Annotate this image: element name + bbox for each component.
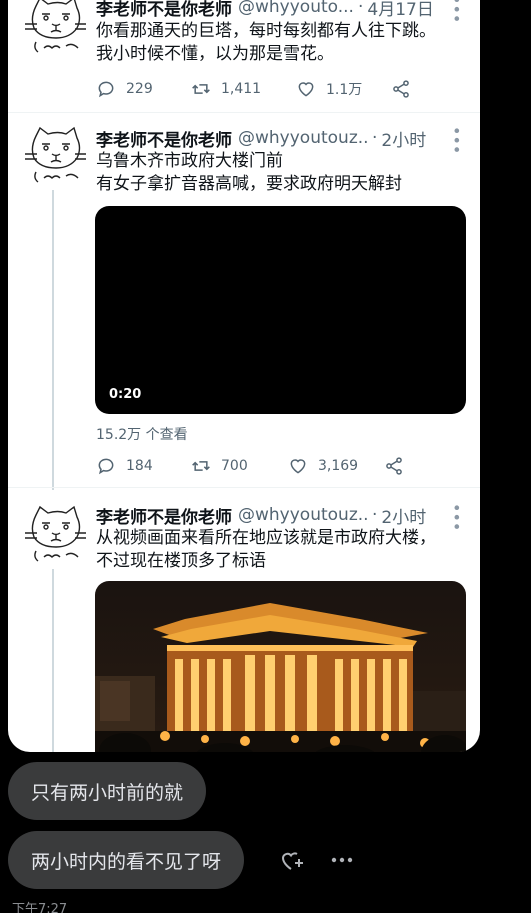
reply-button[interactable]: 184 xyxy=(96,456,191,476)
tweet-actions: 229 1,411 1.1万 xyxy=(96,77,466,101)
retweet-button[interactable]: 700 xyxy=(191,456,288,476)
video-duration: 0:20 xyxy=(109,387,142,402)
tweet-text-line: 从视频画面来看所在地应该就是市政府大楼， xyxy=(96,528,436,548)
retweet-icon xyxy=(192,84,210,94)
message-bubble[interactable]: 两小时内的看不见了呀 xyxy=(8,831,245,889)
cat-avatar-icon xyxy=(25,126,86,183)
more-icon[interactable] xyxy=(331,856,353,864)
share-button[interactable] xyxy=(391,79,411,99)
retweet-button[interactable]: 1,411 xyxy=(191,79,296,99)
separator-dot: · xyxy=(357,0,364,17)
cat-avatar-icon xyxy=(25,0,86,53)
video-player[interactable]: 0:20 xyxy=(95,206,466,414)
reply-count: 184 xyxy=(126,458,153,474)
tweet-1: 李老师不是你老师 @whyyouto... · 4月17日 ••• 你看那通天的… xyxy=(8,0,480,112)
reply-button[interactable]: 229 xyxy=(96,79,191,99)
tweet-photo[interactable] xyxy=(95,581,466,752)
tweet-header: 李老师不是你老师 @whyyouto... · 4月17日 ••• xyxy=(96,0,466,23)
author-name[interactable]: 李老师不是你老师 xyxy=(96,0,232,20)
reply-icon xyxy=(98,458,114,475)
like-button[interactable]: 1.1万 xyxy=(296,79,391,99)
tweet-text-line: 乌鲁木齐市政府大楼门前 xyxy=(96,151,283,171)
reply-icon xyxy=(98,81,114,98)
reply-count: 229 xyxy=(126,81,153,97)
tweet-time[interactable]: 2小时 xyxy=(381,503,426,528)
tweet-text: 你看那通天的巨塔，每时每刻都有人往下跳。 我小时候不懂，以为那是雪花。 xyxy=(96,20,466,66)
thread-line xyxy=(52,569,54,752)
heart-icon xyxy=(290,459,306,474)
cat-avatar-icon xyxy=(25,505,86,562)
tweet-text: 乌鲁木齐市政府大楼门前 有女子拿扩音器高喊，要求政府明天解封 xyxy=(96,150,466,196)
retweet-count: 700 xyxy=(221,458,248,474)
tweet-text-line: 我小时候不懂，以为那是雪花。 xyxy=(96,44,334,64)
share-icon xyxy=(393,80,409,98)
tweet-actions: 184 700 3,169 xyxy=(96,454,466,478)
separator-dot: · xyxy=(372,128,378,148)
thread-line xyxy=(52,190,54,490)
message-text: 两小时内的看不见了呀 xyxy=(31,850,222,873)
message-timestamp: 下午7:27 xyxy=(12,902,68,913)
retweet-count: 1,411 xyxy=(221,81,262,97)
tweet-3: 李老师不是你老师 @whyyoutouz... · 2小时 ••• 从视频画面来… xyxy=(8,487,480,752)
tweet-text-line: 不过现在楼顶多了标语 xyxy=(96,551,266,571)
heart-plus-icon[interactable] xyxy=(280,848,306,872)
tweet-header: 李老师不是你老师 @whyyoutouz... · 2小时 ••• xyxy=(96,126,466,154)
share-button[interactable] xyxy=(384,456,404,476)
author-handle[interactable]: @whyyoutouz... xyxy=(238,128,368,148)
view-count: 15.2万 个查看 xyxy=(96,427,188,443)
author-name[interactable]: 李老师不是你老师 xyxy=(96,503,232,528)
author-name[interactable]: 李老师不是你老师 xyxy=(96,126,232,151)
tweet-text-line: 有女子拿扩音器高喊，要求政府明天解封 xyxy=(96,174,402,194)
building-night-image xyxy=(95,581,466,752)
retweet-icon xyxy=(192,461,210,471)
tweet-2: 李老师不是你老师 @whyyoutouz... · 2小时 ••• 乌鲁木齐市政… xyxy=(8,112,480,490)
tweet-text-line: 你看那通天的巨塔，每时每刻都有人往下跳。 xyxy=(96,21,436,41)
like-count: 3,169 xyxy=(318,458,359,474)
like-count: 1.1万 xyxy=(326,82,363,98)
message-text: 只有两小时前的就 xyxy=(31,781,184,804)
tweet-time[interactable]: 2小时 xyxy=(381,126,426,151)
like-button[interactable]: 3,169 xyxy=(288,456,384,476)
tweet-text: 从视频画面来看所在地应该就是市政府大楼， 不过现在楼顶多了标语 xyxy=(96,527,466,573)
heart-icon xyxy=(298,82,314,97)
share-icon xyxy=(386,457,402,475)
author-handle[interactable]: @whyyoutouz... xyxy=(238,505,368,525)
author-handle[interactable]: @whyyouto... xyxy=(238,0,354,17)
separator-dot: · xyxy=(372,505,378,525)
tweet-screenshot-card: 李老师不是你老师 @whyyouto... · 4月17日 ••• 你看那通天的… xyxy=(8,0,480,752)
tweet-time[interactable]: 4月17日 xyxy=(367,0,433,20)
tweet-header: 李老师不是你老师 @whyyoutouz... · 2小时 ••• xyxy=(96,503,466,531)
message-bubble[interactable]: 只有两小时前的就 xyxy=(8,762,207,820)
